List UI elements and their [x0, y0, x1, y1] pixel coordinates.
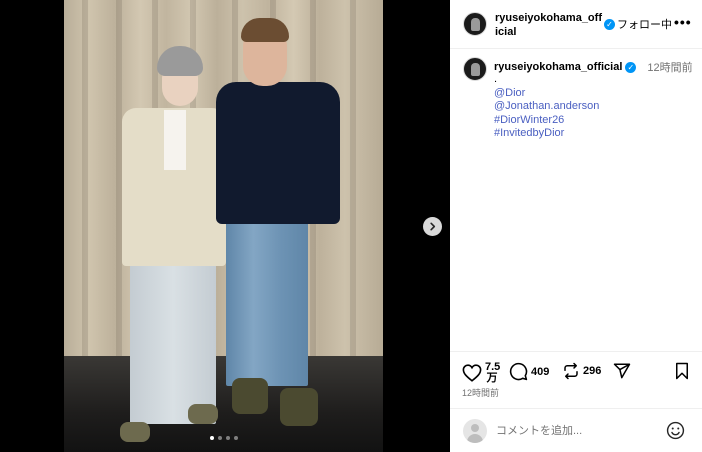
caption-text: .: [494, 73, 498, 85]
repost-button[interactable]: 296: [562, 362, 601, 380]
verified-badge-icon: ✓: [604, 18, 615, 30]
action-bar: 7.5 万 409 296 12時間前: [450, 351, 702, 401]
like-count-unit: 万: [486, 372, 498, 384]
next-media-button[interactable]: [423, 217, 442, 236]
post-header: ryuseiyokohama_official ✓ フォロー中 •••: [450, 0, 702, 49]
avatar[interactable]: [463, 12, 487, 36]
bookmark-icon: [676, 362, 688, 380]
mention-link[interactable]: @Dior: [494, 87, 599, 101]
repost-icon: [564, 362, 578, 380]
smiley-icon: [666, 421, 685, 440]
send-icon: [613, 363, 631, 379]
comment-input[interactable]: [496, 422, 656, 440]
emoji-button[interactable]: [666, 421, 685, 445]
comment-button[interactable]: 409: [509, 362, 549, 381]
verified-badge-icon: ✓: [625, 61, 637, 73]
carousel-dot: [218, 436, 222, 440]
post-side-panel: ryuseiyokohama_official ✓ フォロー中 ••• ryus…: [450, 0, 702, 452]
chevron-right-icon: [430, 222, 436, 231]
save-button[interactable]: [674, 362, 690, 380]
caption-body: . @Dior @Jonathan.anderson #DiorWinter26…: [494, 73, 599, 141]
follow-status[interactable]: ✓ フォロー中: [604, 16, 672, 32]
comment-icon: [509, 362, 528, 381]
share-button[interactable]: [613, 362, 631, 380]
like-button[interactable]: 7.5 万: [462, 362, 500, 384]
comment-count: 409: [531, 365, 550, 378]
comment-bar: [450, 408, 702, 452]
hashtag-link[interactable]: #DiorWinter26: [494, 114, 599, 128]
post-timestamp[interactable]: 12時間前: [462, 386, 499, 399]
like-count[interactable]: 7.5 万: [485, 362, 500, 384]
carousel-dot: [234, 436, 238, 440]
avatar: [463, 419, 487, 443]
heart-icon: [462, 364, 482, 382]
media-pane: [0, 0, 450, 452]
carousel-dot: [226, 436, 230, 440]
follow-status-label: フォロー中: [617, 19, 672, 31]
repost-count: 296: [583, 365, 602, 377]
hashtag-link[interactable]: #InvitedbyDior: [494, 127, 599, 141]
username-link[interactable]: ryuseiyokohama_official: [495, 11, 603, 39]
avatar[interactable]: [463, 57, 487, 81]
caption-time[interactable]: 12時間前: [647, 59, 692, 75]
caption-username[interactable]: ryuseiyokohama_official: [494, 61, 622, 73]
carousel-dot: [210, 436, 214, 440]
carousel-dots: [210, 436, 238, 440]
more-options-icon[interactable]: •••: [674, 14, 692, 30]
mention-link[interactable]: @Jonathan.anderson: [494, 100, 599, 114]
